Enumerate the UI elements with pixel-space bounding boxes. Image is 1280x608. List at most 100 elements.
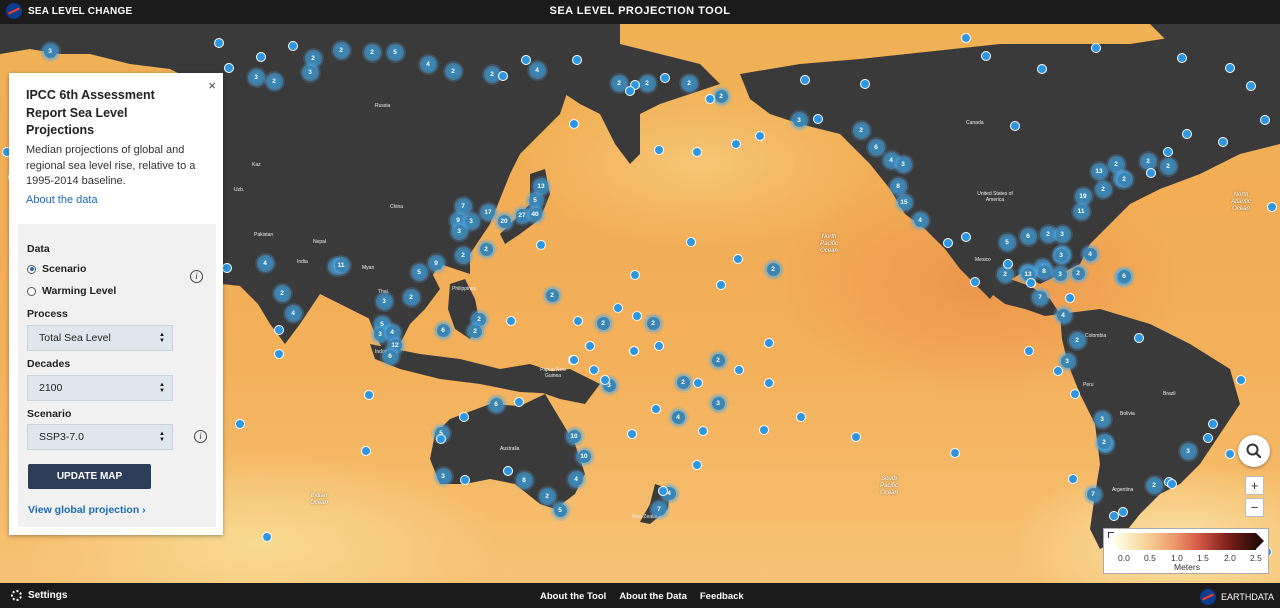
cluster-marker[interactable]: 3 (464, 214, 478, 228)
cluster-marker[interactable]: 8 (1037, 264, 1051, 278)
close-icon[interactable]: × (208, 79, 216, 92)
cluster-marker[interactable]: 9 (429, 256, 443, 270)
cluster-marker[interactable]: 2 (1109, 157, 1123, 171)
cluster-marker[interactable]: 2 (1070, 333, 1084, 347)
tide-gauge-marker[interactable] (1037, 64, 1047, 74)
cluster-marker[interactable]: 5 (388, 45, 402, 59)
cluster-marker[interactable]: 27 (515, 208, 529, 222)
radio-scenario[interactable]: Scenario (27, 263, 86, 275)
cluster-marker[interactable]: 2 (479, 242, 493, 256)
tide-gauge-marker[interactable] (1177, 53, 1187, 63)
about-tool-link[interactable]: About the Tool (540, 591, 606, 602)
cluster-marker[interactable]: 2 (365, 45, 379, 59)
tide-gauge-marker[interactable] (800, 75, 810, 85)
tide-gauge-marker[interactable] (460, 475, 470, 485)
zoom-out-button[interactable]: − (1245, 498, 1264, 517)
info-icon[interactable]: i (194, 430, 207, 443)
cluster-marker[interactable]: 8 (517, 473, 531, 487)
tide-gauge-marker[interactable] (613, 303, 623, 313)
tide-gauge-marker[interactable] (764, 378, 774, 388)
tide-gauge-marker[interactable] (764, 338, 774, 348)
tide-gauge-marker[interactable] (1236, 375, 1246, 385)
tide-gauge-marker[interactable] (506, 316, 516, 326)
cluster-marker[interactable]: 2 (998, 267, 1012, 281)
cluster-marker[interactable]: 10 (567, 429, 581, 443)
cluster-marker[interactable]: 2 (1071, 266, 1085, 280)
cluster-marker[interactable]: 2 (485, 67, 499, 81)
tide-gauge-marker[interactable] (503, 466, 513, 476)
cluster-marker[interactable]: 13 (534, 179, 548, 193)
tide-gauge-marker[interactable] (970, 277, 980, 287)
cluster-marker[interactable]: 5 (528, 193, 542, 207)
tide-gauge-marker[interactable] (813, 114, 823, 124)
tide-gauge-marker[interactable] (1218, 137, 1228, 147)
tide-gauge-marker[interactable] (658, 486, 668, 496)
cluster-marker[interactable]: 7 (1033, 290, 1047, 304)
tide-gauge-marker[interactable] (632, 311, 642, 321)
tide-gauge-marker[interactable] (514, 397, 524, 407)
cluster-marker[interactable]: 7 (652, 502, 666, 516)
cluster-marker[interactable]: 4 (884, 153, 898, 167)
tide-gauge-marker[interactable] (274, 349, 284, 359)
cluster-marker[interactable]: 4 (258, 256, 272, 270)
cluster-marker[interactable]: 2 (468, 324, 482, 338)
about-data-footer-link[interactable]: About the Data (619, 591, 687, 602)
cluster-marker[interactable]: 2 (1117, 172, 1131, 186)
cluster-marker[interactable]: 2 (275, 286, 289, 300)
tide-gauge-marker[interactable] (364, 390, 374, 400)
tide-gauge-marker[interactable] (1246, 81, 1256, 91)
tide-gauge-marker[interactable] (733, 254, 743, 264)
tide-gauge-marker[interactable] (961, 33, 971, 43)
tide-gauge-marker[interactable] (1118, 507, 1128, 517)
cluster-marker[interactable]: 3 (377, 294, 391, 308)
tide-gauge-marker[interactable] (1203, 433, 1213, 443)
cluster-marker[interactable]: 2 (646, 316, 660, 330)
tide-gauge-marker[interactable] (521, 55, 531, 65)
tide-gauge-marker[interactable] (600, 375, 610, 385)
tide-gauge-marker[interactable] (981, 51, 991, 61)
cluster-marker[interactable]: 19 (1076, 189, 1090, 203)
cluster-marker[interactable]: 4 (1083, 247, 1097, 261)
cluster-marker[interactable]: 4 (286, 306, 300, 320)
tide-gauge-marker[interactable] (256, 52, 266, 62)
cluster-marker[interactable]: 8 (891, 179, 905, 193)
cluster-marker[interactable]: 3 (792, 113, 806, 127)
cluster-marker[interactable]: 6 (436, 323, 450, 337)
tide-gauge-marker[interactable] (1024, 346, 1034, 356)
tide-gauge-marker[interactable] (274, 325, 284, 335)
cluster-marker[interactable]: 2 (1141, 154, 1155, 168)
cluster-marker[interactable]: 15 (897, 195, 911, 209)
cluster-marker[interactable]: 6 (869, 140, 883, 154)
cluster-marker[interactable]: 2 (612, 76, 626, 90)
tide-gauge-marker[interactable] (950, 448, 960, 458)
tide-gauge-marker[interactable] (660, 73, 670, 83)
cluster-marker[interactable]: 3 (1060, 354, 1074, 368)
cluster-marker[interactable]: 6 (489, 397, 503, 411)
cluster-marker[interactable]: 4 (569, 472, 583, 486)
tide-gauge-marker[interactable] (1134, 333, 1144, 343)
cluster-marker[interactable]: 2 (714, 89, 728, 103)
cluster-marker[interactable]: 3 (452, 224, 466, 238)
cluster-marker[interactable]: 20 (497, 214, 511, 228)
tide-gauge-marker[interactable] (1182, 129, 1192, 139)
earthdata-brand[interactable]: EARTHDATA (1200, 589, 1274, 605)
tide-gauge-marker[interactable] (573, 316, 583, 326)
tide-gauge-marker[interactable] (705, 94, 715, 104)
tide-gauge-marker[interactable] (692, 460, 702, 470)
tide-gauge-marker[interactable] (536, 240, 546, 250)
cluster-marker[interactable]: 2 (1096, 182, 1110, 196)
cluster-marker[interactable]: 7 (456, 199, 470, 213)
tide-gauge-marker[interactable] (222, 263, 232, 273)
tide-gauge-marker[interactable] (651, 404, 661, 414)
cluster-marker[interactable]: 10 (577, 449, 591, 463)
cluster-marker[interactable]: 4 (913, 213, 927, 227)
tide-gauge-marker[interactable] (1068, 474, 1078, 484)
cluster-marker[interactable]: 2 (682, 76, 696, 90)
cluster-marker[interactable]: 2 (540, 489, 554, 503)
tide-gauge-marker[interactable] (1026, 278, 1036, 288)
settings-button[interactable]: Settings (11, 590, 67, 601)
cluster-marker[interactable]: 40 (528, 207, 542, 221)
cluster-marker[interactable]: 11 (334, 258, 348, 272)
tide-gauge-marker[interactable] (654, 145, 664, 155)
tide-gauge-marker[interactable] (698, 426, 708, 436)
